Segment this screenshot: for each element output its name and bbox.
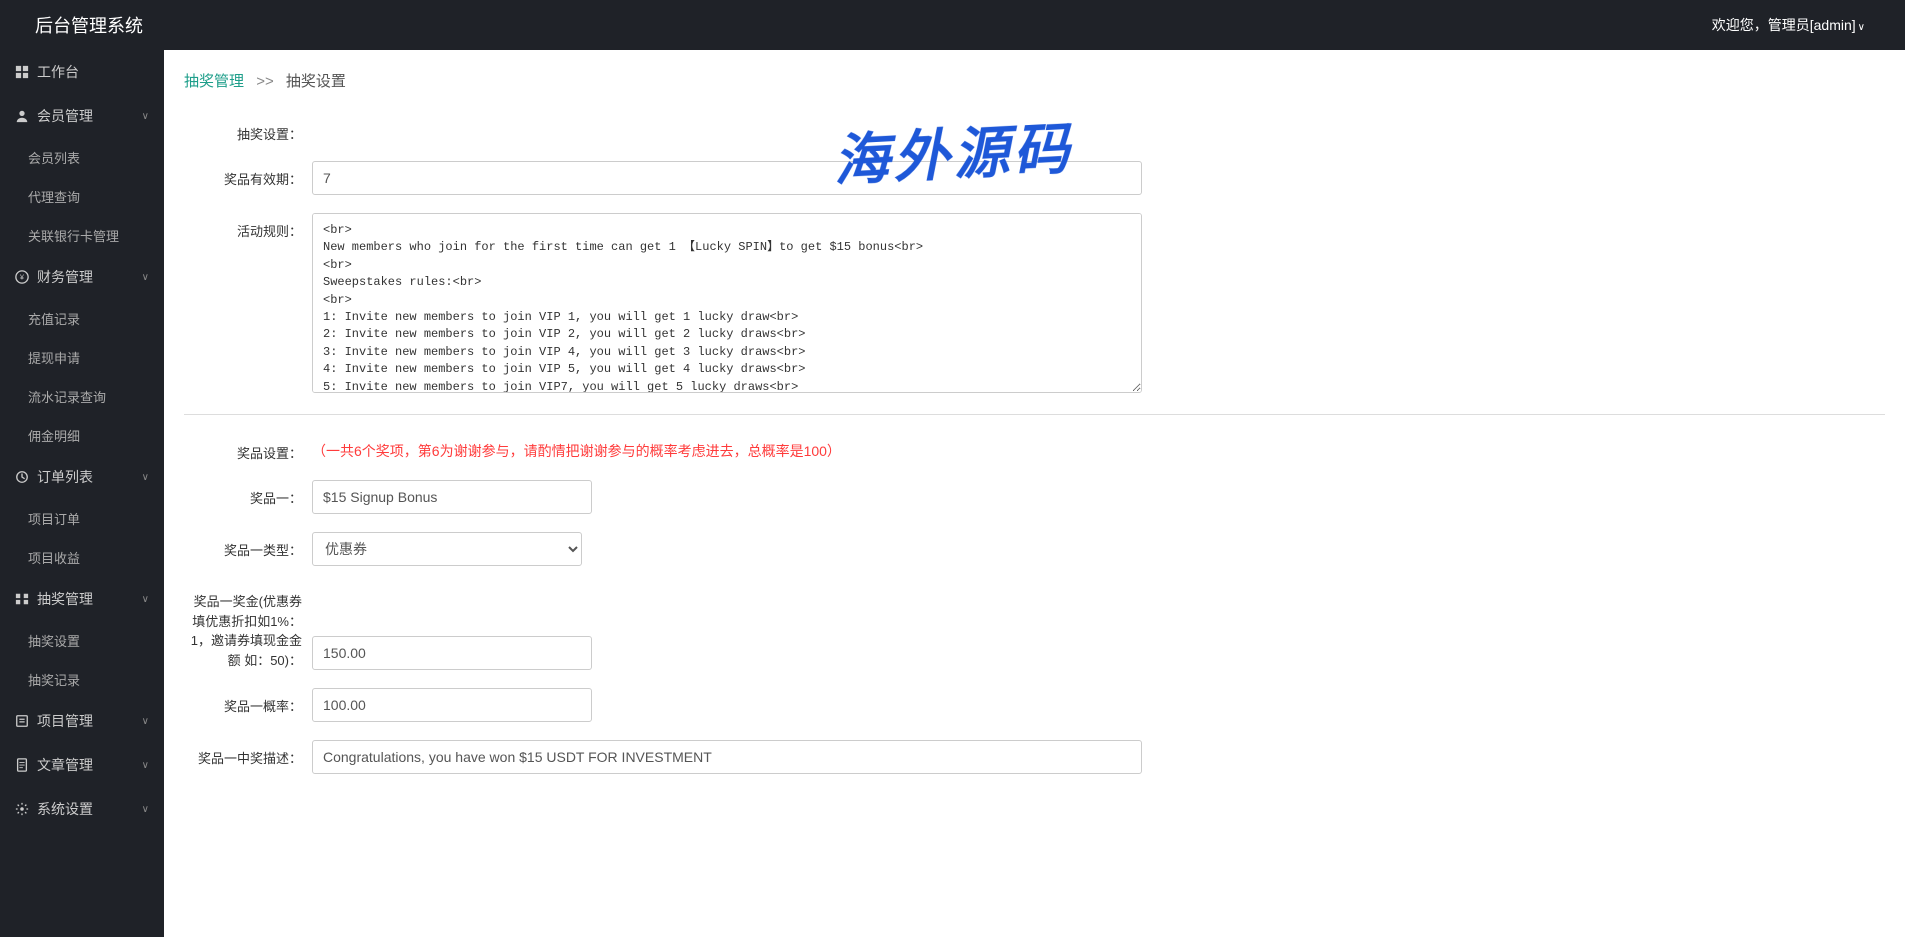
sidebar-item-3[interactable]: 订单列表 ∨ — [0, 455, 164, 499]
settings-icon — [15, 802, 29, 816]
sidebar-subitem-3-0[interactable]: 项目订单 — [0, 499, 164, 538]
order-icon — [15, 470, 29, 484]
sidebar-subitem-2-3[interactable]: 佣金明细 — [0, 416, 164, 455]
welcome-text: 欢迎您，管理员[admin] — [1712, 17, 1856, 33]
sidebar-subitem-1-1[interactable]: 代理查询 — [0, 177, 164, 216]
sidebar-item-7[interactable]: 系统设置 ∨ — [0, 787, 164, 831]
sidebar: 工作台会员管理 ∨ 会员列表代理查询关联银行卡管理 ¥ 财务管理 ∨ 充值记录提现申请流水记… — [0, 50, 164, 937]
sidebar-item-1[interactable]: 会员管理 ∨ — [0, 94, 164, 138]
sidebar-item-label: 抽奖管理 — [37, 589, 93, 609]
prize1-input[interactable] — [312, 480, 592, 514]
sidebar-subitem-3-1[interactable]: 项目收益 — [0, 538, 164, 577]
chevron-down-icon: ∨ — [142, 272, 149, 283]
prize1-rate-input[interactable] — [312, 688, 592, 722]
prize-settings-note: （一共6个奖项，第6为谢谢参与，请酌情把谢谢参与的概率考虑进去，总概率是100） — [312, 435, 1142, 461]
sidebar-item-label: 文章管理 — [37, 755, 93, 775]
sidebar-subitem-2-0[interactable]: 充值记录 — [0, 299, 164, 338]
prize1-desc-label: 奖品一中奖描述： — [184, 740, 312, 767]
prize1-rate-label: 奖品一概率： — [184, 688, 312, 715]
rules-label: 活动规则： — [184, 213, 312, 240]
chevron-down-icon: ∨ — [142, 472, 149, 483]
user-icon — [15, 109, 29, 123]
section-lottery-settings-label: 抽奖设置： — [184, 116, 312, 143]
app-title: 后台管理系统 — [20, 12, 143, 38]
prize1-amount-input[interactable] — [312, 636, 592, 670]
article-icon — [15, 758, 29, 772]
sidebar-subitem-2-1[interactable]: 提现申请 — [0, 338, 164, 377]
breadcrumb-link[interactable]: 抽奖管理 — [184, 73, 244, 90]
sidebar-subitem-1-2[interactable]: 关联银行卡管理 — [0, 216, 164, 255]
chevron-down-icon: ∨ — [142, 716, 149, 727]
chevron-down-icon: ∨ — [142, 111, 149, 122]
expire-label: 奖品有效期： — [184, 161, 312, 188]
chevron-down-icon: ∨ — [142, 594, 149, 605]
sidebar-item-5[interactable]: 项目管理 ∨ — [0, 699, 164, 743]
rules-textarea[interactable] — [312, 213, 1142, 393]
money-icon: ¥ — [15, 270, 29, 284]
lottery-icon — [15, 592, 29, 606]
expire-input[interactable] — [312, 161, 1142, 195]
sidebar-item-4[interactable]: 抽奖管理 ∨ — [0, 577, 164, 621]
breadcrumb-sep: >> — [256, 73, 274, 90]
sidebar-subitem-4-0[interactable]: 抽奖设置 — [0, 621, 164, 660]
prize1-type-label: 奖品一类型： — [184, 532, 312, 559]
dashboard-icon — [15, 65, 29, 79]
sidebar-item-label: 项目管理 — [37, 711, 93, 731]
main-content: 抽奖管理 >> 抽奖设置 抽奖设置： 奖品有效期： 活动规则： — [164, 50, 1905, 937]
sidebar-subitem-4-1[interactable]: 抽奖记录 — [0, 660, 164, 699]
sidebar-item-label: 会员管理 — [37, 106, 93, 126]
chevron-down-icon: ∨ — [1858, 22, 1865, 33]
chevron-down-icon: ∨ — [142, 804, 149, 815]
sidebar-item-label: 订单列表 — [37, 467, 93, 487]
sidebar-subitem-1-0[interactable]: 会员列表 — [0, 138, 164, 177]
project-icon — [15, 714, 29, 728]
sidebar-subitem-2-2[interactable]: 流水记录查询 — [0, 377, 164, 416]
chevron-down-icon: ∨ — [142, 760, 149, 771]
prize1-desc-input[interactable] — [312, 740, 1142, 774]
sidebar-item-label: 工作台 — [37, 62, 79, 82]
sidebar-item-2[interactable]: ¥ 财务管理 ∨ — [0, 255, 164, 299]
sidebar-item-label: 财务管理 — [37, 267, 93, 287]
sidebar-item-label: 系统设置 — [37, 799, 93, 819]
breadcrumb-current: 抽奖设置 — [286, 73, 346, 90]
sidebar-item-0[interactable]: 工作台 — [0, 50, 164, 94]
user-menu[interactable]: 欢迎您，管理员[admin]∨ — [1712, 15, 1885, 35]
divider — [184, 414, 1885, 415]
section-prize-settings-label: 奖品设置： — [184, 435, 312, 462]
prize1-type-select[interactable]: 优惠券 — [312, 532, 582, 566]
prize1-amount-label: 奖品一奖金(优惠券填优惠折扣如1%：1，邀请券填现金金额 如：50)： — [184, 584, 312, 670]
header: 后台管理系统 欢迎您，管理员[admin]∨ — [0, 0, 1905, 50]
prize1-label: 奖品一： — [184, 480, 312, 507]
sidebar-item-6[interactable]: 文章管理 ∨ — [0, 743, 164, 787]
svg-text:¥: ¥ — [20, 275, 24, 282]
breadcrumb: 抽奖管理 >> 抽奖设置 — [164, 50, 1905, 106]
